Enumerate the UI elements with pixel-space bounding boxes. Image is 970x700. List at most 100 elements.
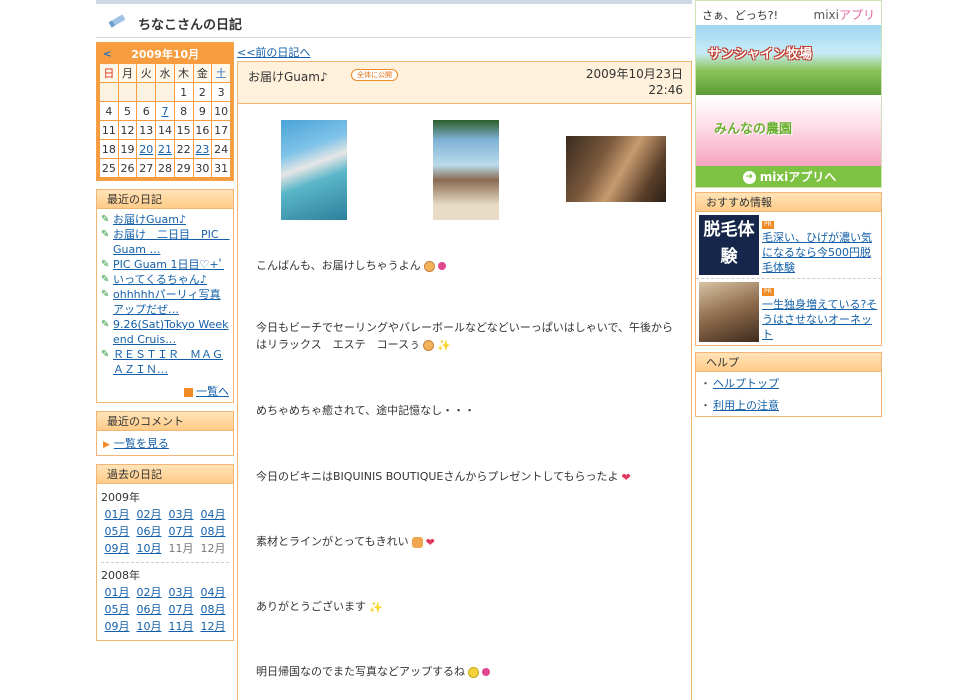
list-item[interactable]: ✎ ＲＥＳＴＩＲ ＭＡＧＡＺＩＮ… xyxy=(101,347,229,377)
past-month-link[interactable]: 08月 xyxy=(197,601,229,617)
calendar-empty-cell xyxy=(99,82,119,102)
recommended-title: おすすめ情報 xyxy=(696,193,881,212)
past-month-link[interactable]: 02月 xyxy=(133,506,165,522)
hearts-emoji-icon: ❤ xyxy=(425,535,435,549)
list-item[interactable]: ✎ お届けGuam♪ xyxy=(101,212,229,227)
calendar-dow: 火 xyxy=(136,63,157,83)
mixi-app-link[interactable]: ➜ mixiアプリへ xyxy=(696,166,881,187)
past-month-link[interactable]: 04月 xyxy=(197,506,229,522)
calendar-day: 6 xyxy=(136,101,157,121)
calendar-title: 2009年10月 xyxy=(131,48,200,61)
comments-link[interactable]: 一覧を見る xyxy=(114,437,169,450)
entry-title: お届けGuam♪ xyxy=(248,70,328,84)
mixi-app-banner[interactable]: さぁ、どっち?! mixiアプリ サンシャイン牧場 みんなの農園 ➜ mixiアプ… xyxy=(695,0,882,188)
note-emoji-icon xyxy=(437,262,446,270)
past-month-link[interactable]: 09月 xyxy=(101,618,133,634)
past-month-link[interactable]: 06月 xyxy=(133,601,165,617)
ad-image-onet[interactable] xyxy=(699,282,759,342)
past-month-link[interactable]: 03月 xyxy=(165,506,197,522)
calendar-day: 11 xyxy=(99,120,119,140)
help-top-link[interactable]: ヘルプトップ xyxy=(713,377,779,390)
calendar-prev-button[interactable]: < xyxy=(103,49,111,60)
app-banner-tagline: さぁ、どっち?! xyxy=(702,9,779,22)
diary-entry: お届けGuam♪ 全体に公開 2009年10月23日 22:46 こんばんも、お… xyxy=(237,61,692,700)
list-item[interactable]: ✎ いってくるちゃん♪ xyxy=(101,272,229,287)
recent-diary-link[interactable]: いってくるちゃん♪ xyxy=(113,272,207,287)
calendar-day: 26 xyxy=(117,158,138,178)
paragraph: 明日帰国なのでまた写真などアップするね xyxy=(256,663,676,680)
calendar-day: 30 xyxy=(192,158,213,178)
paragraph: ありがとうございます ✨ xyxy=(256,600,383,614)
recent-diary-link[interactable]: お届け 二日目 PIC Guam … xyxy=(113,227,230,257)
pencil-bullet-icon: ✎ xyxy=(101,274,110,285)
pencil-bullet-icon: ✎ xyxy=(101,289,110,300)
past-month-link[interactable]: 10月 xyxy=(133,540,165,556)
heart-emoji-icon: ❤ xyxy=(621,470,631,484)
calendar-day: 9 xyxy=(192,101,213,121)
calendar-day[interactable]: 20 xyxy=(136,139,157,159)
recent-diary-link[interactable]: 9.26(Sat)Tokyo Weekend Cruis… xyxy=(113,317,229,347)
calendar-dow: 月 xyxy=(117,63,138,83)
recent-diary-link[interactable]: お届けGuam♪ xyxy=(113,212,186,227)
calendar-day: 17 xyxy=(211,120,231,140)
entry-datetime: 2009年10月23日 22:46 xyxy=(586,66,683,98)
calendar-day: 31 xyxy=(211,158,231,178)
help-title: ヘルプ xyxy=(696,353,881,372)
mixi-app-logo: mixiアプリ xyxy=(813,8,875,22)
ad-link[interactable]: 毛深い、ひげが濃い気になるなら今500円脱毛体験 xyxy=(762,231,872,274)
past-month-link: 12月 xyxy=(200,542,226,555)
past-month-link[interactable]: 05月 xyxy=(101,523,133,539)
past-month-link[interactable]: 07月 xyxy=(165,523,197,539)
ad-item[interactable]: PR 一生独身増えている?そうはさせないオーネット xyxy=(696,278,881,345)
list-item[interactable]: ✎ PIC Guam 1日目♡+ﾟ xyxy=(101,257,229,272)
past-month-link: 11月 xyxy=(168,542,194,555)
ad-image-hair-removal[interactable]: 脱毛体験 xyxy=(699,215,759,275)
recent-comments-box: 最近のコメント ▶ 一覧を見る xyxy=(96,411,234,456)
paragraph: 素材とラインがとってもきれい ❤ xyxy=(256,535,435,549)
thumbs-up-emoji-icon xyxy=(411,536,423,548)
ad-link[interactable]: 一生独身増えている?そうはさせないオーネット xyxy=(762,298,877,341)
prev-diary-link[interactable]: <<前の日記へ xyxy=(237,44,310,60)
past-month-link[interactable]: 12月 xyxy=(197,618,229,634)
past-month-link[interactable]: 01月 xyxy=(101,584,133,600)
calendar-day[interactable]: 7 xyxy=(155,101,175,121)
past-month-link[interactable]: 07月 xyxy=(165,601,197,617)
ad-item[interactable]: 脱毛体験 PR 毛深い、ひげが濃い気になるなら今500円脱毛体験 xyxy=(696,212,881,278)
past-month-link[interactable]: 03月 xyxy=(165,584,197,600)
recent-diary-link[interactable]: ＲＥＳＴＩＲ ＭＡＧＡＺＩＮ… xyxy=(113,347,229,377)
pr-badge: PR xyxy=(762,288,774,296)
calendar-day: 28 xyxy=(155,158,175,178)
calendar-day[interactable]: 23 xyxy=(192,139,213,159)
pencil-bullet-icon: ✎ xyxy=(101,214,110,225)
photo-massage[interactable] xyxy=(566,136,666,202)
calendar-day: 5 xyxy=(117,101,138,121)
list-item[interactable]: ✎ ohhhhhパーリィ写真アップだぜ… xyxy=(101,287,229,317)
past-month-link[interactable]: 06月 xyxy=(133,523,165,539)
past-month-link[interactable]: 02月 xyxy=(133,584,165,600)
list-item[interactable]: ✎ お届け 二日目 PIC Guam … xyxy=(101,227,230,257)
past-month-link[interactable]: 05月 xyxy=(101,601,133,617)
help-notice-link[interactable]: 利用上の注意 xyxy=(713,399,779,412)
photo-beach[interactable] xyxy=(433,120,499,220)
page-title: ちなこさんの日記 xyxy=(138,18,243,33)
note-emoji-icon xyxy=(482,668,490,676)
past-month-link[interactable]: 01月 xyxy=(101,506,133,522)
calendar-day: 24 xyxy=(211,139,231,159)
past-month-link[interactable]: 09月 xyxy=(101,540,133,556)
past-month-link[interactable]: 11月 xyxy=(165,618,197,634)
pr-badge: PR xyxy=(762,221,774,229)
game-minna-no-noen[interactable]: みんなの農園 xyxy=(696,96,881,166)
calendar-day[interactable]: 21 xyxy=(155,139,175,159)
recent-diary-link[interactable]: PIC Guam 1日目♡+ﾟ xyxy=(113,257,224,272)
past-month-link[interactable]: 04月 xyxy=(197,584,229,600)
game-sunshine-ranch[interactable]: サンシャイン牧場 xyxy=(696,25,881,95)
calendar: < 2009年10月 日月火水木金土 1 2 3 4 5 6 7 8 9 10 11 12 13 14 15 1… xyxy=(96,42,234,181)
photo-sailing[interactable] xyxy=(281,120,347,220)
list-item[interactable]: ✎ 9.26(Sat)Tokyo Weekend Cruis… xyxy=(101,317,229,347)
past-month-link[interactable]: 10月 xyxy=(133,618,165,634)
past-month-link[interactable]: 08月 xyxy=(197,523,229,539)
recent-more-link[interactable]: 一覧へ xyxy=(196,385,229,398)
recent-diary-link[interactable]: ohhhhhパーリィ写真アップだぜ… xyxy=(113,287,229,317)
paragraph: こんばんも、お届けしちゃうよん xyxy=(256,257,676,274)
past-year-label: 2008年 xyxy=(101,569,140,582)
